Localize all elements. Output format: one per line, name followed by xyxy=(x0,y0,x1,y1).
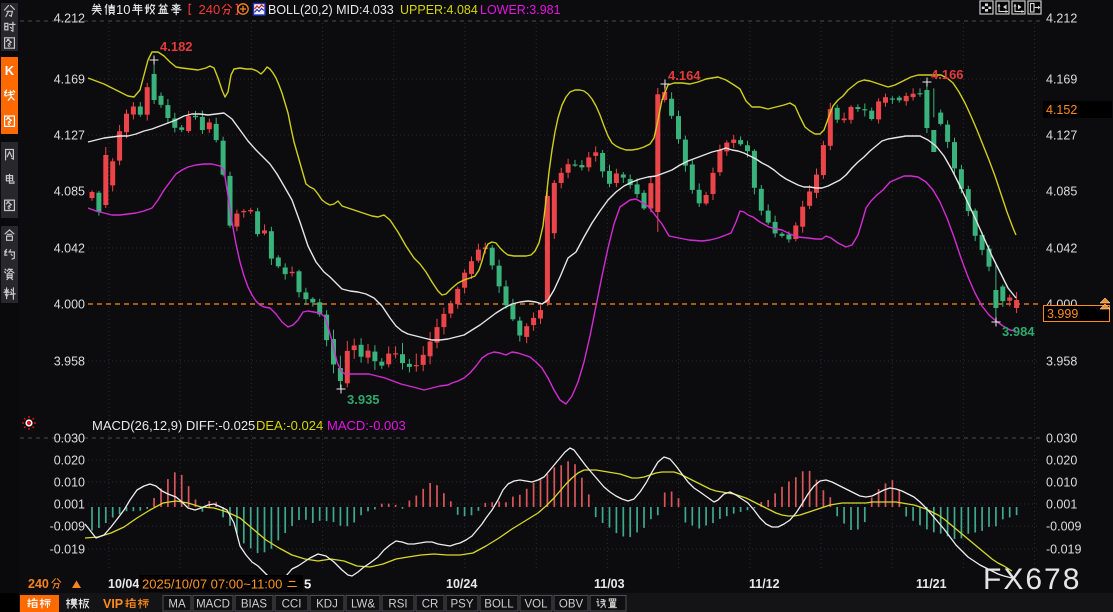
svg-text:5: 5 xyxy=(304,577,311,592)
svg-text:4.169: 4.169 xyxy=(54,73,85,87)
svg-text:DEA:-0.024: DEA:-0.024 xyxy=(256,418,323,433)
svg-text:-0.019: -0.019 xyxy=(1046,543,1081,557)
svg-text:4.085: 4.085 xyxy=(54,185,85,199)
svg-text:10/04: 10/04 xyxy=(108,577,139,591)
svg-text:3.958: 3.958 xyxy=(54,355,85,369)
svg-text:0.010: 0.010 xyxy=(1046,476,1077,490)
svg-text:3.984: 3.984 xyxy=(1002,324,1035,339)
svg-text:LOWER:3.981: LOWER:3.981 xyxy=(480,3,561,17)
svg-text:240: 240 xyxy=(28,577,49,591)
svg-text:4.127: 4.127 xyxy=(1046,129,1077,143)
svg-text:FX678: FX678 xyxy=(983,563,1081,596)
svg-text:-0.009: -0.009 xyxy=(50,520,85,534)
svg-text:K: K xyxy=(5,63,15,78)
svg-text:BOLL(20,2) MID:4.033: BOLL(20,2) MID:4.033 xyxy=(268,3,394,17)
svg-text:4.042: 4.042 xyxy=(54,242,85,256)
svg-text:BIAS: BIAS xyxy=(241,599,268,611)
svg-text:3.958: 3.958 xyxy=(1046,355,1077,369)
svg-text:3.935: 3.935 xyxy=(347,392,380,407)
svg-text:2025/10/07 07:00~11:00: 2025/10/07 07:00~11:00 xyxy=(142,577,282,592)
svg-text:4.212: 4.212 xyxy=(1046,12,1077,26)
svg-text:11/03: 11/03 xyxy=(594,577,625,591)
svg-text:VIP: VIP xyxy=(103,597,123,611)
svg-text:KDJ: KDJ xyxy=(316,599,338,611)
svg-text:4.166: 4.166 xyxy=(931,67,964,82)
svg-text:4.042: 4.042 xyxy=(1046,242,1077,256)
svg-text:PSY: PSY xyxy=(451,599,474,611)
svg-text:0.001: 0.001 xyxy=(1046,498,1077,512)
svg-text:0.030: 0.030 xyxy=(1046,432,1077,446)
svg-text:MA: MA xyxy=(168,599,186,611)
svg-text:4.127: 4.127 xyxy=(54,129,85,143)
svg-text:-0.009: -0.009 xyxy=(1046,520,1081,534)
svg-text:0.020: 0.020 xyxy=(54,454,85,468)
svg-text:4.085: 4.085 xyxy=(1046,185,1077,199)
svg-text:OBV: OBV xyxy=(559,599,584,611)
svg-text:11/12: 11/12 xyxy=(749,577,780,591)
svg-text:10/24: 10/24 xyxy=(446,577,477,591)
svg-text:MACD:-0.003: MACD:-0.003 xyxy=(327,418,406,433)
svg-text:4.152: 4.152 xyxy=(1046,103,1077,117)
svg-text:UPPER:4.084: UPPER:4.084 xyxy=(400,3,478,17)
svg-text:3.999: 3.999 xyxy=(1047,307,1078,321)
svg-text:BOLL: BOLL xyxy=(484,599,514,611)
svg-text:LW&: LW& xyxy=(351,599,375,611)
svg-text:CR: CR xyxy=(422,599,439,611)
svg-text:4.169: 4.169 xyxy=(1046,73,1077,87)
svg-text:0.001: 0.001 xyxy=(54,498,85,512)
svg-text:CCI: CCI xyxy=(282,599,302,611)
svg-text:RSI: RSI xyxy=(388,599,407,611)
svg-text:0.010: 0.010 xyxy=(54,476,85,490)
svg-text:0.030: 0.030 xyxy=(54,432,85,446)
svg-text:MACD(26,12,9) DIFF:-0.025: MACD(26,12,9) DIFF:-0.025 xyxy=(92,418,255,433)
svg-text:4.182: 4.182 xyxy=(160,39,193,54)
svg-text:4.000: 4.000 xyxy=(54,298,85,312)
svg-text:MACD: MACD xyxy=(196,599,230,611)
svg-text:240: 240 xyxy=(199,2,221,17)
svg-text:-0.019: -0.019 xyxy=(50,543,85,557)
svg-text:11/21: 11/21 xyxy=(916,577,947,591)
svg-text:10: 10 xyxy=(116,2,130,17)
svg-text:0.020: 0.020 xyxy=(1046,454,1077,468)
svg-text:VOL: VOL xyxy=(525,599,549,611)
svg-text:4.164: 4.164 xyxy=(668,68,701,83)
svg-text:4.212: 4.212 xyxy=(54,12,85,26)
